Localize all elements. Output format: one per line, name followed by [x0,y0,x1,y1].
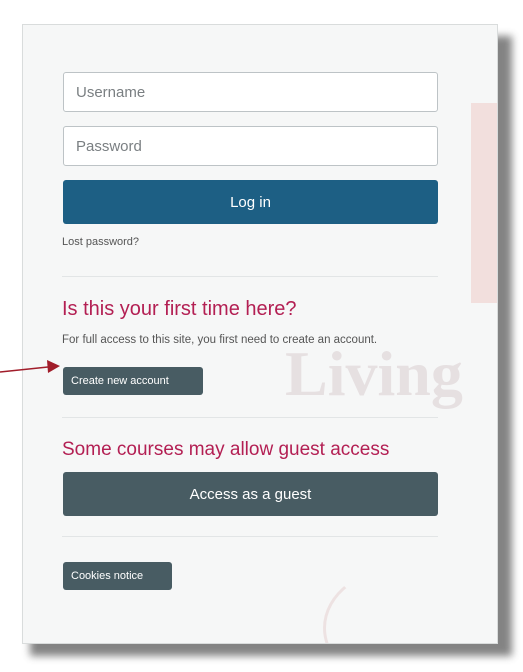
password-input[interactable] [63,126,438,166]
divider [62,536,438,537]
lost-password-link[interactable]: Lost password? [62,236,139,248]
guest-access-heading: Some courses may allow guest access [62,439,390,460]
annotation-arrow-icon [0,360,60,373]
signup-description: For full access to this site, you first … [62,334,378,346]
background-swirl [323,565,489,643]
divider [62,276,438,277]
login-button[interactable]: Log in [63,180,438,224]
background-watermark: Living [285,338,463,409]
guest-access-button[interactable]: Access as a guest [63,472,438,516]
background-decoration [471,103,497,303]
divider [62,417,438,418]
cookies-notice-button[interactable]: Cookies notice [63,562,172,590]
username-input[interactable] [63,72,438,112]
create-account-button[interactable]: Create new account [63,367,203,395]
first-time-heading: Is this your first time here? [62,298,297,320]
